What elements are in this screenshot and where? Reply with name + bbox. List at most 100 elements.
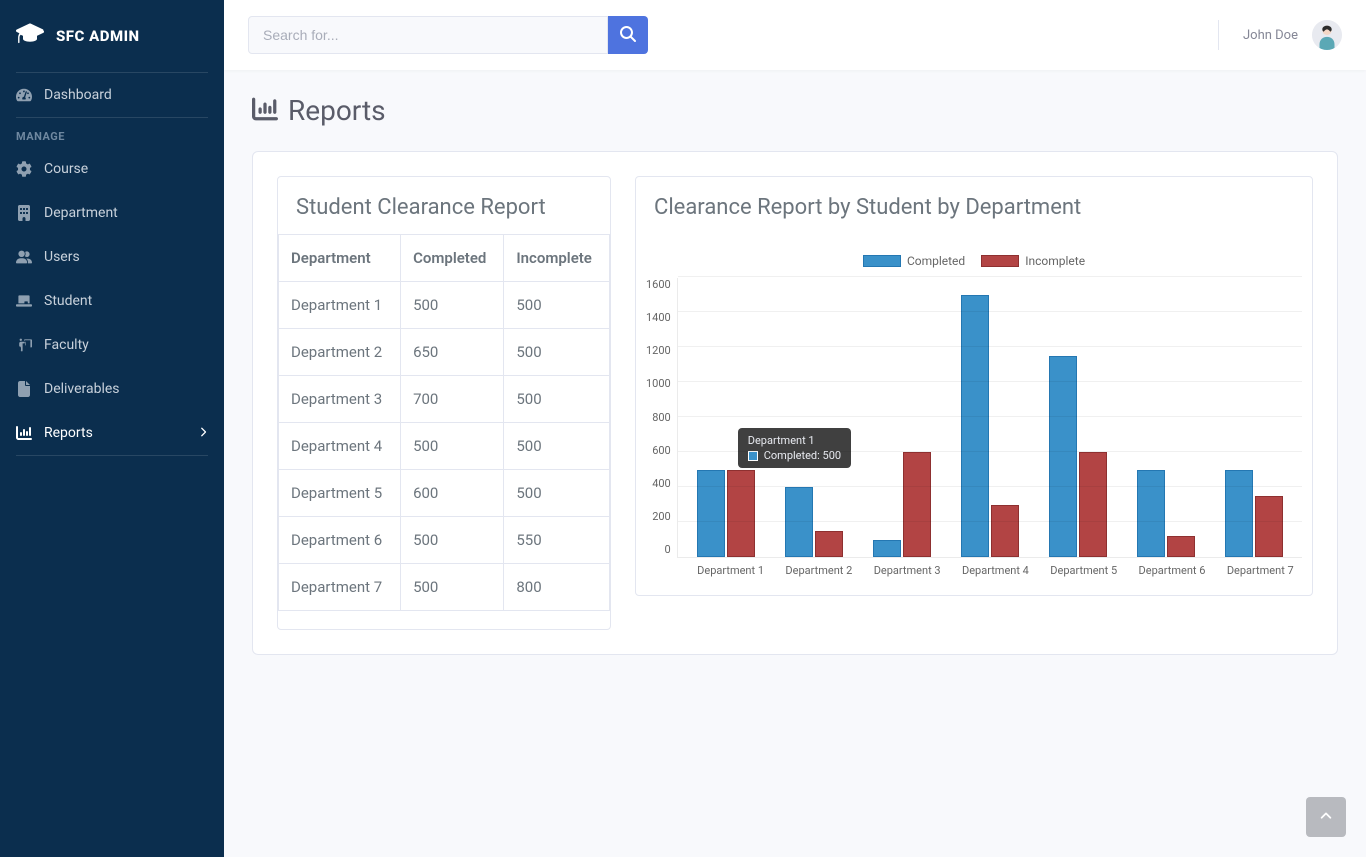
- legend-completed[interactable]: Completed: [863, 254, 965, 268]
- table-card: Student Clearance Report Department Comp…: [277, 176, 611, 630]
- brand-text: SFC ADMIN: [56, 27, 140, 45]
- chart-legend[interactable]: Completed Incomplete: [646, 254, 1302, 268]
- bar-completed[interactable]: [1049, 356, 1077, 557]
- sidebar-item-dashboard[interactable]: Dashboard: [0, 73, 224, 117]
- chevron-right-icon: [198, 425, 208, 441]
- bar-incomplete[interactable]: [727, 470, 755, 558]
- x-axis: Department 1Department 2Department 3Depa…: [646, 558, 1302, 577]
- search-icon: [620, 26, 636, 45]
- page-header: Reports: [252, 94, 1338, 127]
- bar-completed[interactable]: [873, 540, 901, 558]
- bar-completed[interactable]: [697, 470, 725, 558]
- legend-swatch-icon: [863, 255, 901, 267]
- x-tick: Department 2: [785, 564, 847, 577]
- reports-panel: Student Clearance Report Department Comp…: [252, 151, 1338, 655]
- bar-completed[interactable]: [1225, 470, 1253, 558]
- table-cell: 500: [401, 564, 504, 611]
- table-cell: 500: [504, 282, 610, 329]
- bar-incomplete[interactable]: [1167, 536, 1195, 557]
- table-cell: 500: [504, 470, 610, 517]
- sidebar-item-faculty[interactable]: Faculty: [0, 323, 224, 367]
- chart-area: Completed Incomplete 1600140012001000800…: [636, 234, 1312, 577]
- bar-completed[interactable]: [1137, 470, 1165, 558]
- sidebar-item-label: Deliverables: [44, 381, 120, 397]
- table-cell: Department 5: [279, 470, 401, 517]
- sidebar-item-student[interactable]: Student: [0, 279, 224, 323]
- user-name: John Doe: [1243, 28, 1298, 43]
- grid-line: [678, 381, 1302, 382]
- sidebar-heading-manage: MANAGE: [0, 118, 224, 147]
- scroll-top-button[interactable]: [1306, 797, 1346, 837]
- cog-icon: [16, 161, 32, 177]
- table-cell: 700: [401, 376, 504, 423]
- search-input[interactable]: [248, 16, 608, 54]
- y-tick: 200: [652, 510, 671, 523]
- grid-line: [678, 486, 1302, 487]
- sidebar-item-label: Dashboard: [44, 87, 112, 103]
- sidebar-item-label: Course: [44, 161, 88, 177]
- table-header: Department: [279, 235, 401, 282]
- bar-group: [959, 295, 1021, 558]
- search-button[interactable]: [608, 16, 648, 54]
- y-axis: 16001400120010008006004002000: [646, 278, 677, 558]
- tachometer-icon: [16, 87, 32, 103]
- table-cell: 500: [401, 282, 504, 329]
- legend-swatch-icon: [981, 255, 1019, 267]
- chart-card: Clearance Report by Student by Departmen…: [635, 176, 1313, 596]
- chalkboard-icon: [16, 293, 32, 309]
- chart-bar-icon: [252, 96, 278, 126]
- table-cell: Department 2: [279, 329, 401, 376]
- clearance-table: Department Completed Incomplete Departme…: [278, 234, 610, 611]
- table-cell: 500: [504, 376, 610, 423]
- content: Reports Student Clearance Report Departm…: [224, 70, 1366, 695]
- sidebar-item-department[interactable]: Department: [0, 191, 224, 235]
- grid-line: [678, 416, 1302, 417]
- bar-incomplete[interactable]: [815, 531, 843, 557]
- search-form: [248, 16, 648, 54]
- grid-line: [678, 451, 1302, 452]
- legend-label: Completed: [907, 254, 965, 268]
- user-menu[interactable]: John Doe: [1218, 20, 1342, 50]
- bar-group: [695, 470, 757, 558]
- x-tick: Department 6: [1139, 564, 1201, 577]
- table-row: Department 6500550: [279, 517, 610, 564]
- bar-chart: 16001400120010008006004002000 Department…: [646, 278, 1302, 558]
- avatar: [1312, 20, 1342, 50]
- table-cell: Department 3: [279, 376, 401, 423]
- bar-incomplete[interactable]: [903, 452, 931, 557]
- table-row: Department 5600500: [279, 470, 610, 517]
- y-tick: 1600: [646, 278, 671, 291]
- table-row: Department 1500500: [279, 282, 610, 329]
- chart-bar-icon: [16, 425, 32, 441]
- graduation-cap-icon: [16, 20, 44, 52]
- bar-group: [871, 452, 933, 557]
- table-cell: 500: [401, 423, 504, 470]
- sidebar: SFC ADMIN Dashboard MANAGE Course Depart…: [0, 0, 224, 857]
- table-cell: Department 7: [279, 564, 401, 611]
- main: John Doe Reports Student Clearance Repor…: [224, 0, 1366, 695]
- y-tick: 800: [652, 411, 671, 424]
- table-cell: Department 4: [279, 423, 401, 470]
- brand[interactable]: SFC ADMIN: [0, 0, 224, 72]
- legend-incomplete[interactable]: Incomplete: [981, 254, 1085, 268]
- x-tick: Department 4: [962, 564, 1024, 577]
- bar-incomplete[interactable]: [991, 505, 1019, 558]
- bar-group: [1135, 470, 1197, 558]
- table-header-row: Department Completed Incomplete: [279, 235, 610, 282]
- sidebar-item-deliverables[interactable]: Deliverables: [0, 367, 224, 411]
- sidebar-item-users[interactable]: Users: [0, 235, 224, 279]
- sidebar-item-reports[interactable]: Reports: [0, 411, 224, 455]
- angle-up-icon: [1319, 808, 1333, 827]
- table-cell: Department 6: [279, 517, 401, 564]
- table-header: Completed: [401, 235, 504, 282]
- users-icon: [16, 249, 32, 265]
- bar-group: [1223, 470, 1285, 558]
- chalkboard-teacher-icon: [16, 337, 32, 353]
- tooltip-title: Department 1: [748, 434, 841, 447]
- sidebar-item-label: Student: [44, 293, 92, 309]
- bar-completed[interactable]: [785, 487, 813, 557]
- bar-completed[interactable]: [961, 295, 989, 558]
- bar-incomplete[interactable]: [1255, 496, 1283, 557]
- bar-incomplete[interactable]: [1079, 452, 1107, 557]
- sidebar-item-course[interactable]: Course: [0, 147, 224, 191]
